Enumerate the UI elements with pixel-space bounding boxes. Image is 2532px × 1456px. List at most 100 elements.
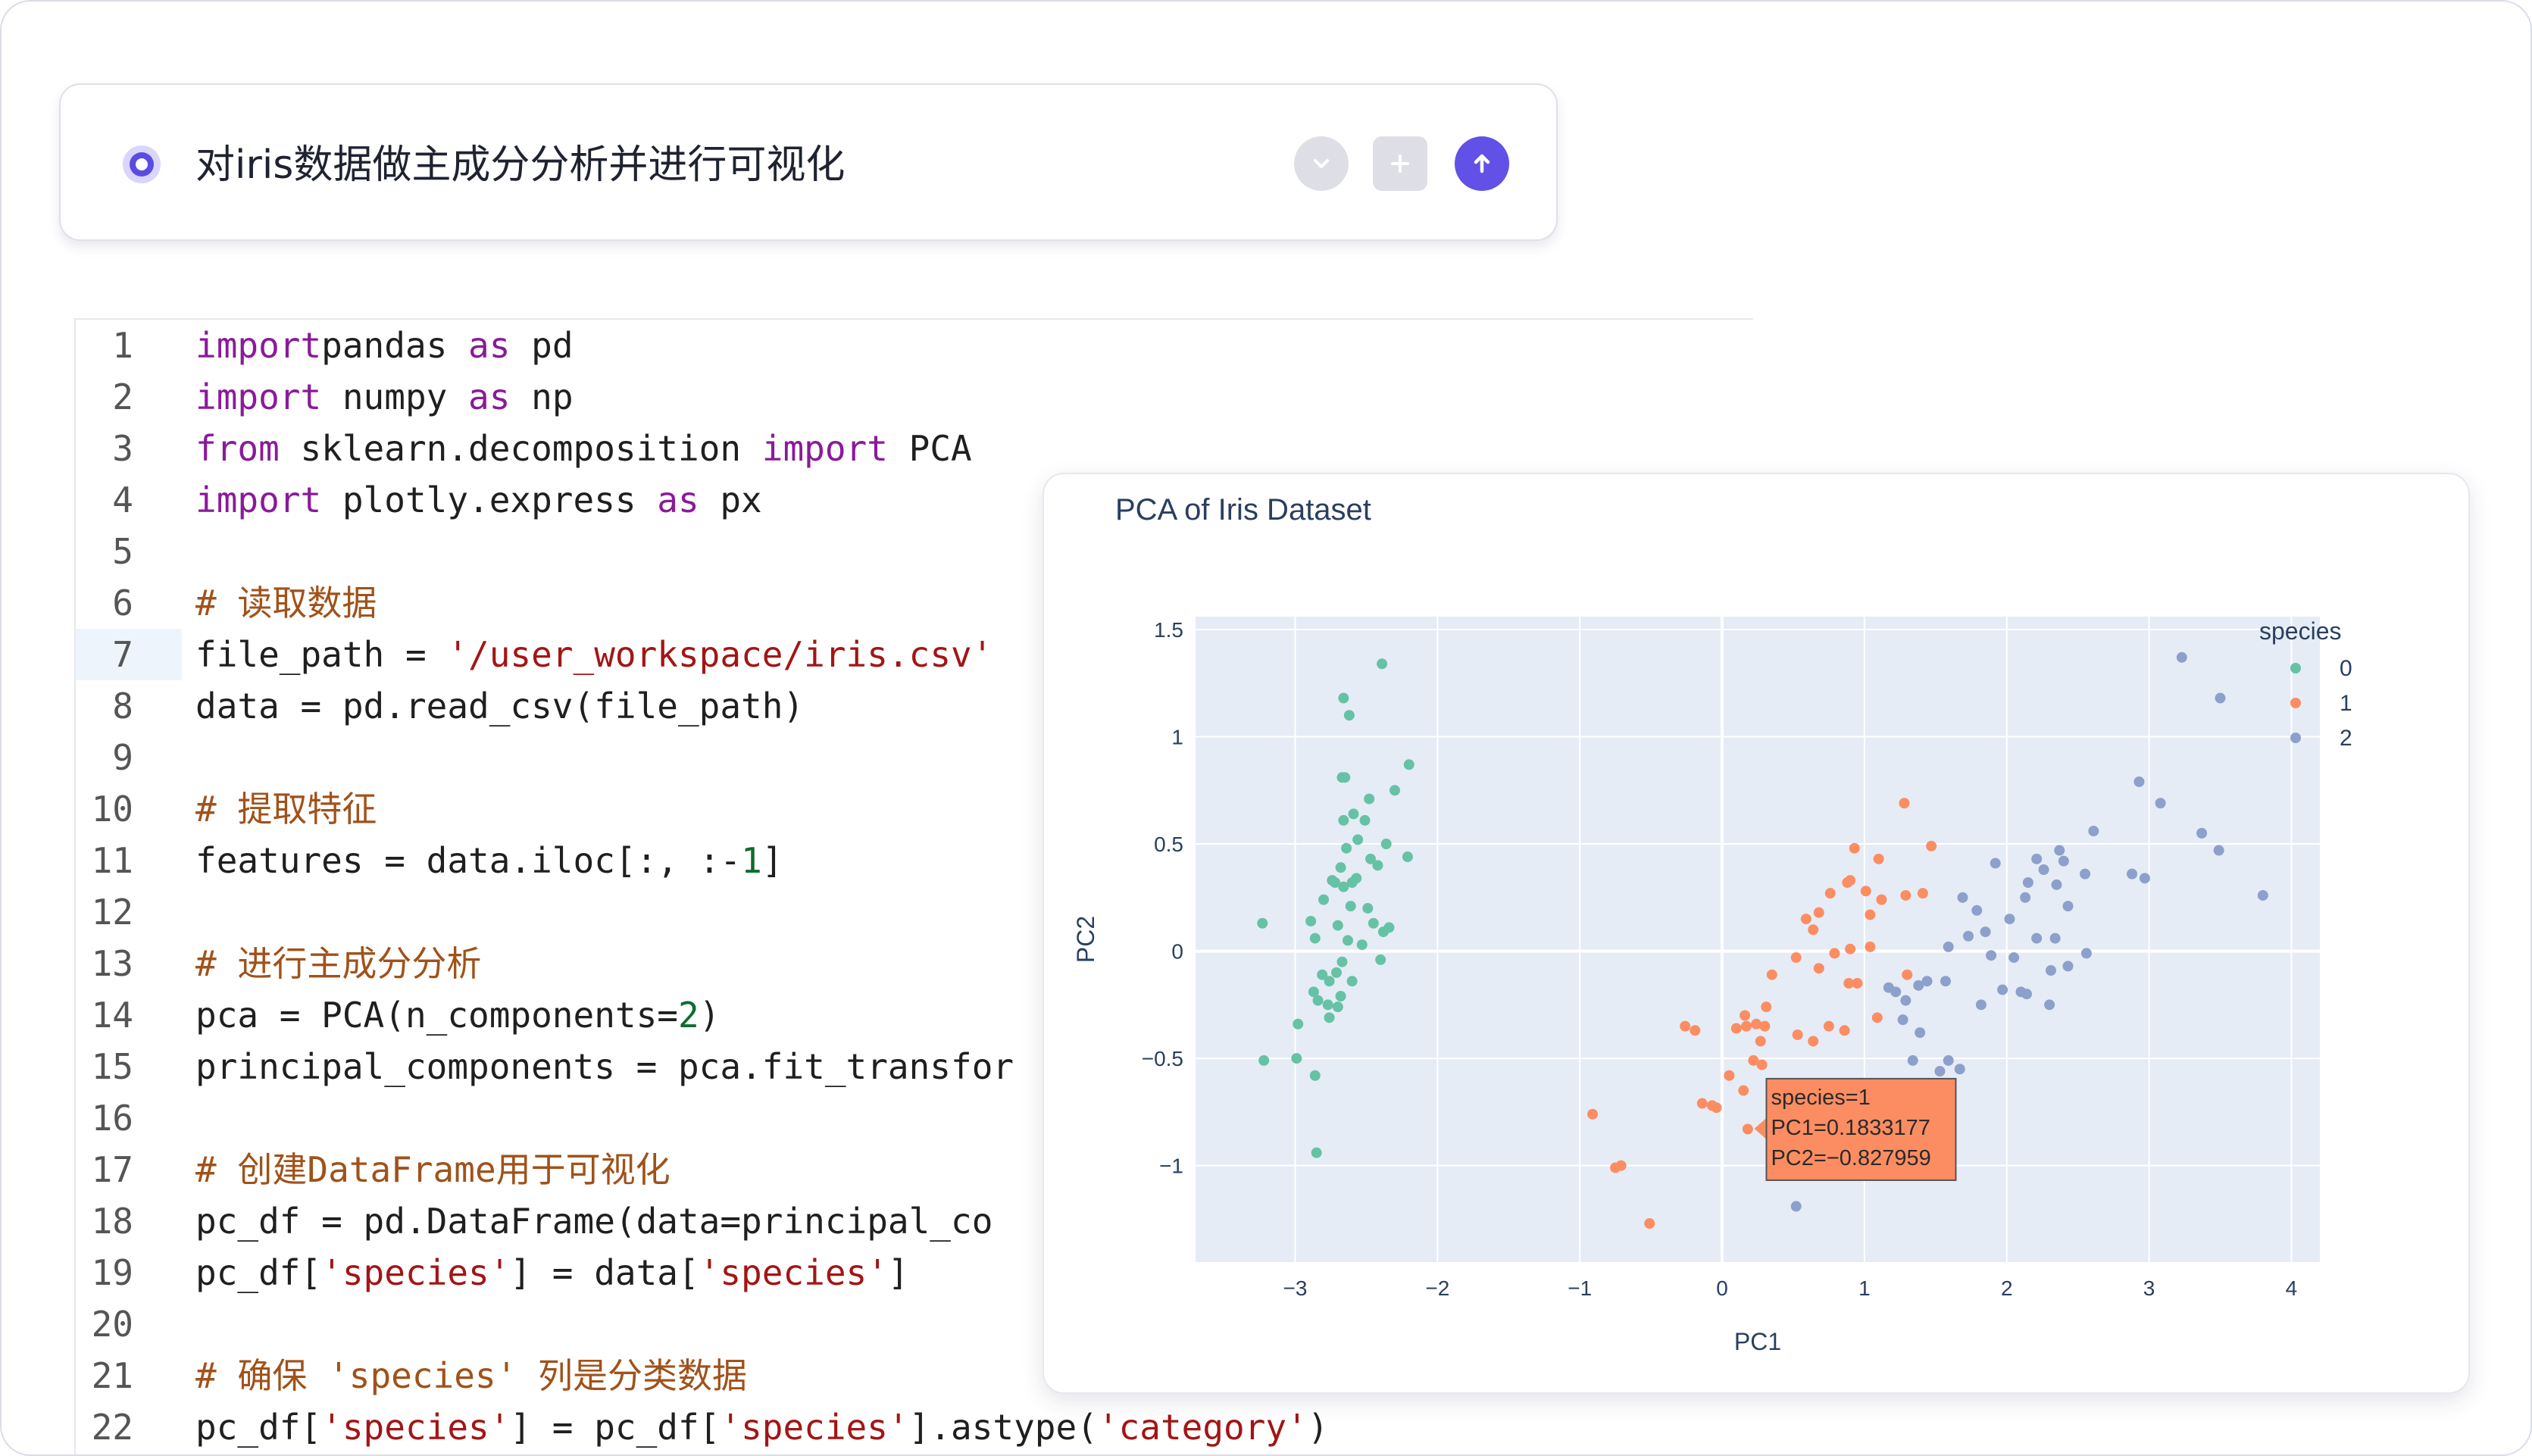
add-file-button[interactable] xyxy=(1373,136,1427,191)
data-point-species-2 xyxy=(2004,914,2015,925)
data-point-species-0 xyxy=(1335,991,1346,1002)
data-point-species-2 xyxy=(2088,826,2099,837)
line-number: 14 xyxy=(91,995,133,1036)
tooltip-text: PC1=0.1833177 xyxy=(1771,1116,1930,1140)
data-point-species-0 xyxy=(1368,917,1379,929)
x-tick-label: 0 xyxy=(1716,1276,1728,1300)
code-text: import numpy as np xyxy=(195,376,574,417)
data-point-species-1 xyxy=(1756,1059,1768,1070)
code-text: pc_df['species'] = data['species'] xyxy=(195,1252,909,1293)
tooltip-text: species=1 xyxy=(1771,1086,1870,1110)
data-point-species-2 xyxy=(1986,950,1997,961)
data-point-species-0 xyxy=(1338,814,1349,826)
data-point-species-2 xyxy=(1897,1014,1908,1026)
data-point-species-1 xyxy=(1706,1100,1718,1111)
data-point-species-0 xyxy=(1389,785,1400,796)
data-point-species-2 xyxy=(2080,868,2091,880)
code-text: # 创建DataFrame用于可视化 xyxy=(195,1149,671,1190)
x-tick-label: −1 xyxy=(1568,1276,1592,1300)
data-point-species-1 xyxy=(1615,1160,1627,1171)
prompt-bar[interactable]: 对iris数据做主成分分析并进行可视化 xyxy=(59,83,1558,241)
data-point-species-2 xyxy=(2080,948,2092,959)
data-point-species-1 xyxy=(1740,1010,1751,1021)
data-point-species-2 xyxy=(2022,876,2033,888)
data-point-species-0 xyxy=(1336,772,1348,783)
code-text: # 提取特征 xyxy=(195,789,377,830)
code-line[interactable]: 1 importpandas as pd xyxy=(76,320,1753,371)
data-point-species-1 xyxy=(1849,842,1860,854)
data-point-species-1 xyxy=(1808,1036,1819,1047)
send-button[interactable] xyxy=(1455,136,1509,191)
code-line[interactable]: 22 pc_df['species'] = pc_df['species'].as… xyxy=(76,1401,1753,1453)
data-point-species-1 xyxy=(1696,1098,1708,1109)
data-point-species-1 xyxy=(1800,914,1811,925)
data-point-species-0 xyxy=(1377,926,1389,938)
code-text: pc_df['species'] = pc_df['species'].asty… xyxy=(195,1407,1329,1448)
data-point-species-2 xyxy=(2031,933,2043,944)
data-point-species-2 xyxy=(1990,858,2001,869)
line-number: 13 xyxy=(91,943,133,984)
data-point-species-2 xyxy=(1921,976,1933,987)
data-point-species-2 xyxy=(1963,930,1974,942)
data-point-species-1 xyxy=(1926,840,1937,851)
data-point-species-0 xyxy=(1327,875,1338,886)
assistant-logo-icon xyxy=(123,145,161,183)
data-point-species-1 xyxy=(1813,963,1824,974)
x-tick-label: 2 xyxy=(2001,1276,2013,1300)
x-tick-label: 3 xyxy=(2143,1276,2155,1300)
x-tick-label: 4 xyxy=(2286,1276,2298,1300)
data-point-species-0 xyxy=(1345,901,1356,912)
data-point-species-0 xyxy=(1258,1055,1270,1066)
data-point-species-2 xyxy=(2257,889,2268,901)
data-point-species-1 xyxy=(1900,889,1912,901)
line-number: 19 xyxy=(91,1252,133,1293)
data-point-species-1 xyxy=(1860,886,1871,897)
x-tick-label: −2 xyxy=(1425,1276,1449,1300)
data-point-species-0 xyxy=(1312,995,1324,1006)
data-point-species-0 xyxy=(1338,881,1349,892)
data-point-species-1 xyxy=(1792,1029,1803,1040)
data-point-species-2 xyxy=(2038,864,2049,876)
data-point-species-2 xyxy=(2049,933,2061,944)
data-point-species-1 xyxy=(1761,1001,1772,1013)
data-point-species-2 xyxy=(1957,892,1968,903)
data-point-species-0 xyxy=(1377,658,1388,670)
line-number: 2 xyxy=(112,376,133,417)
data-point-species-2 xyxy=(2031,853,2043,864)
data-point-species-0 xyxy=(1356,939,1368,951)
line-number: 8 xyxy=(112,686,133,726)
data-point-species-0 xyxy=(1346,976,1358,987)
code-line[interactable]: 3 from sklearn.decomposition import PCA xyxy=(76,423,1753,474)
data-point-species-1 xyxy=(1808,924,1819,936)
data-point-species-1 xyxy=(1852,978,1863,989)
data-point-species-2 xyxy=(1890,986,1902,998)
data-point-species-1 xyxy=(1865,909,1876,920)
data-point-species-0 xyxy=(1402,851,1413,863)
data-point-species-2 xyxy=(1934,1066,1946,1077)
data-point-species-2 xyxy=(2127,868,2138,880)
data-point-species-0 xyxy=(1332,920,1343,931)
line-number: 15 xyxy=(91,1046,133,1087)
data-point-species-1 xyxy=(1680,1020,1691,1032)
data-point-species-1 xyxy=(1790,952,1802,964)
data-point-species-1 xyxy=(1829,948,1840,959)
data-point-species-1 xyxy=(1823,1020,1834,1032)
data-point-species-2 xyxy=(2020,892,2031,903)
collapse-button[interactable] xyxy=(1294,136,1349,191)
data-point-species-0 xyxy=(1324,1012,1335,1023)
data-point-species-0 xyxy=(1364,793,1375,805)
data-point-species-2 xyxy=(1900,995,1912,1006)
y-tick-label: −0.5 xyxy=(1142,1047,1183,1070)
data-point-species-2 xyxy=(2139,873,2150,884)
data-point-species-0 xyxy=(1318,894,1330,905)
line-number: 7 xyxy=(112,634,133,675)
data-point-species-1 xyxy=(1730,1023,1742,1034)
code-line[interactable]: 2 import numpy as np xyxy=(76,371,1753,423)
data-point-species-2 xyxy=(2051,879,2062,890)
code-text: # 确保 'species' 列是分类数据 xyxy=(195,1355,748,1396)
line-number: 21 xyxy=(91,1355,133,1396)
data-point-species-1 xyxy=(1690,1025,1701,1036)
line-number: 17 xyxy=(91,1149,133,1190)
data-point-species-2 xyxy=(2196,827,2208,839)
x-axis-label: PC1 xyxy=(1734,1328,1781,1355)
